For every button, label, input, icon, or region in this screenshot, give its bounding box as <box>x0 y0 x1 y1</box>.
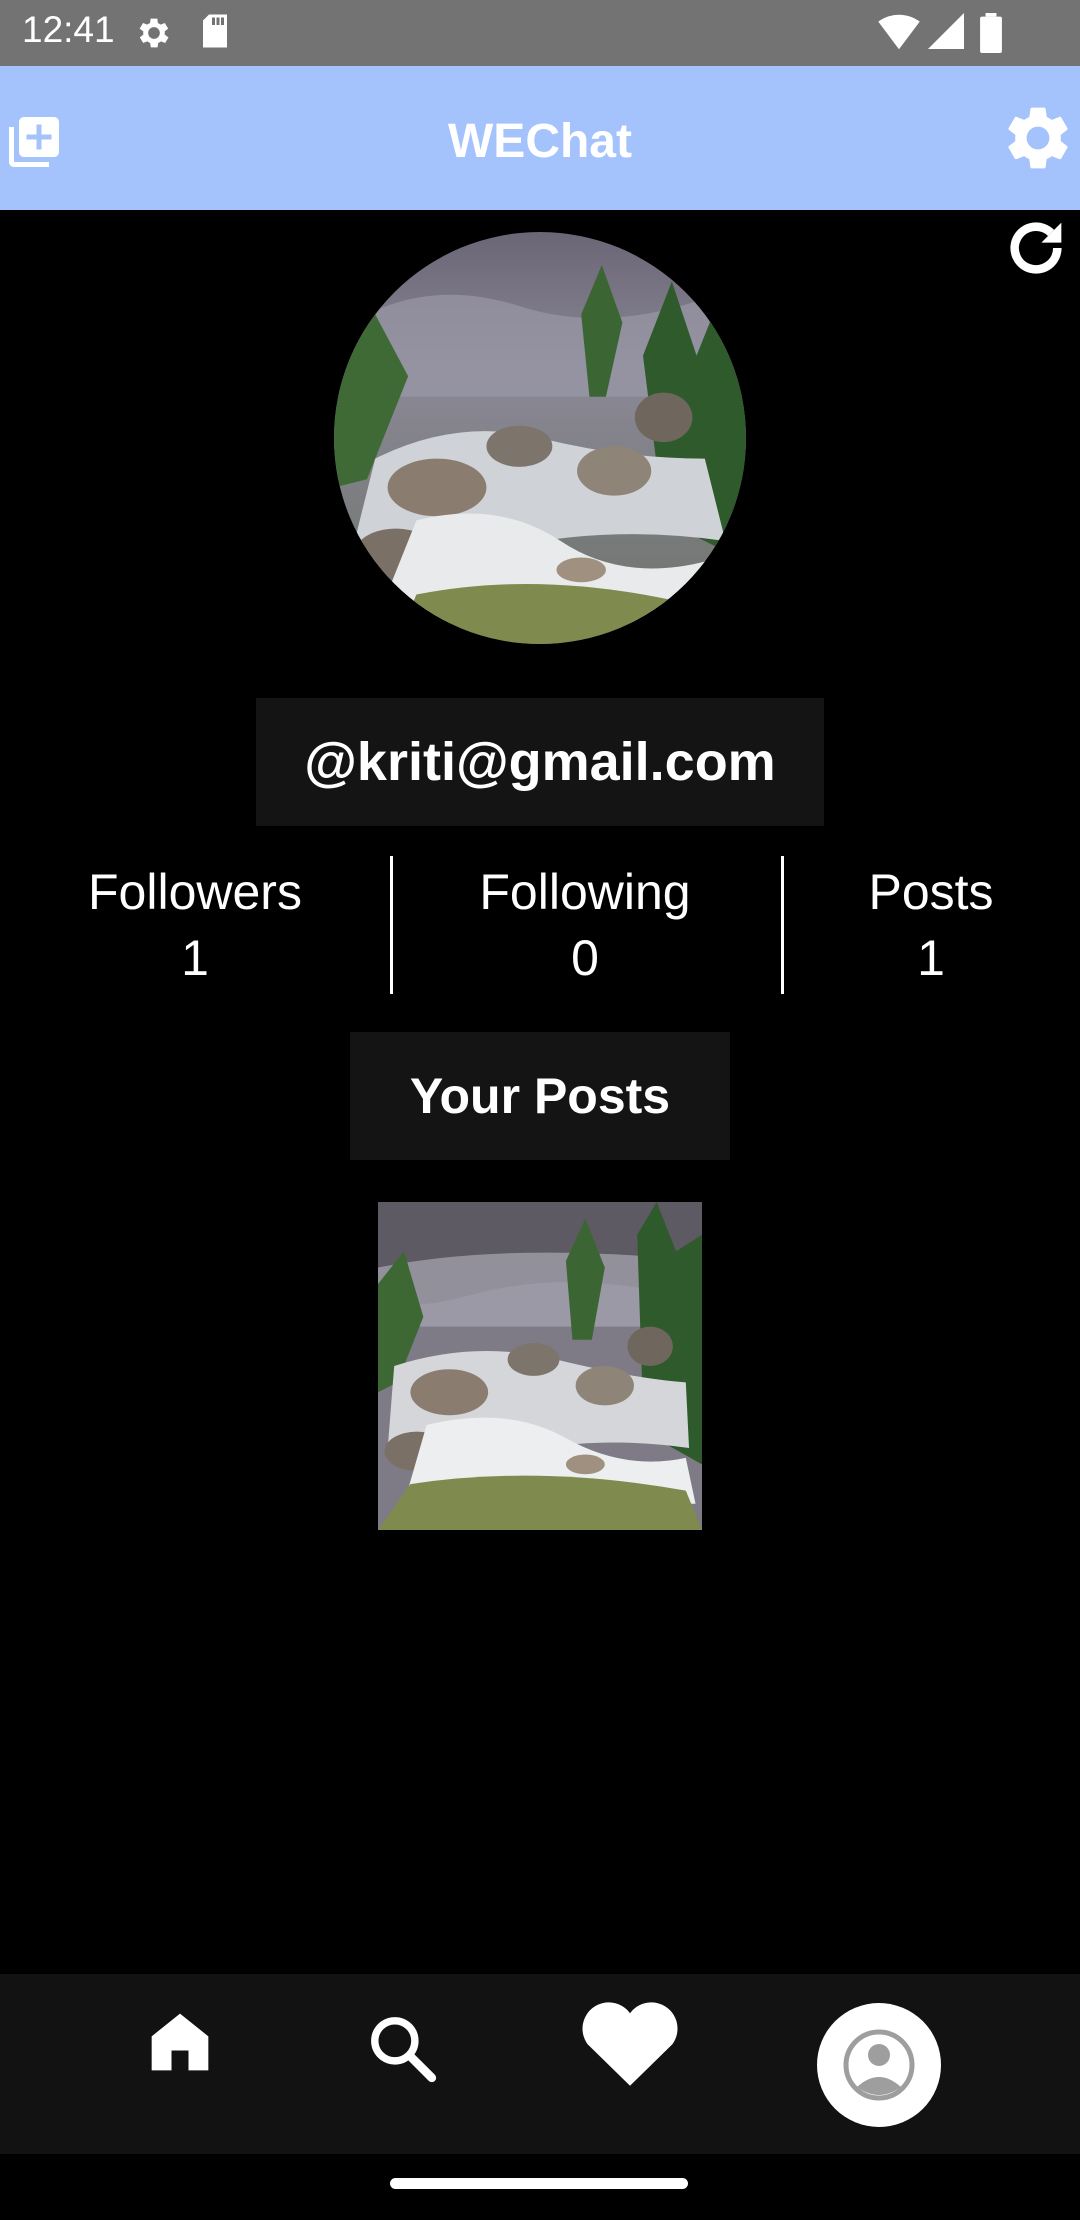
your-posts-label: Your Posts <box>409 1068 671 1124</box>
status-time: 12:41 <box>22 9 115 50</box>
gear-icon <box>1008 107 1068 169</box>
stats-divider <box>390 856 393 994</box>
username-text: @kriti@gmail.com <box>304 732 776 792</box>
profile-icon <box>843 2029 915 2101</box>
profile-avatar[interactable] <box>334 232 746 644</box>
post-thumbnail[interactable] <box>378 1202 702 1530</box>
your-posts-button[interactable]: Your Posts <box>350 1032 730 1160</box>
nav-home-button[interactable] <box>146 2008 214 2081</box>
add-post-button[interactable] <box>4 112 64 172</box>
nav-search-button[interactable] <box>364 2010 438 2089</box>
post-image <box>378 1202 702 1530</box>
settings-button[interactable] <box>1000 100 1076 176</box>
status-bar: 12:41 <box>0 0 1080 66</box>
following-count: 0 <box>571 930 599 986</box>
signal-icon <box>928 13 964 54</box>
followers-count: 1 <box>181 930 209 986</box>
search-icon <box>371 2017 437 2083</box>
sd-card-icon <box>200 13 230 54</box>
battery-icon <box>980 13 1002 58</box>
refresh-button[interactable] <box>1004 216 1068 280</box>
home-icon <box>151 2013 209 2071</box>
posts-count: 1 <box>917 930 945 986</box>
following-label: Following <box>479 864 691 920</box>
followers-stat[interactable]: Followers 1 <box>40 862 350 994</box>
nav-profile-button[interactable] <box>817 2003 941 2127</box>
heart-icon <box>582 2002 678 2086</box>
app-title: WEChat <box>448 115 632 168</box>
nav-likes-button[interactable] <box>580 1998 680 2091</box>
posts-label: Posts <box>868 864 994 920</box>
refresh-icon <box>1010 222 1062 274</box>
following-stat[interactable]: Following 0 <box>430 862 740 994</box>
posts-stat[interactable]: Posts 1 <box>810 862 1052 994</box>
stats-divider <box>781 856 784 994</box>
wifi-icon <box>878 13 920 56</box>
app-bar: WEChat <box>0 66 1080 210</box>
username-box: @kriti@gmail.com <box>256 698 824 826</box>
followers-label: Followers <box>88 864 302 920</box>
settings-status-icon <box>134 13 174 58</box>
add-post-icon <box>9 117 59 167</box>
home-indicator[interactable] <box>390 2178 688 2189</box>
avatar-image <box>334 232 746 644</box>
